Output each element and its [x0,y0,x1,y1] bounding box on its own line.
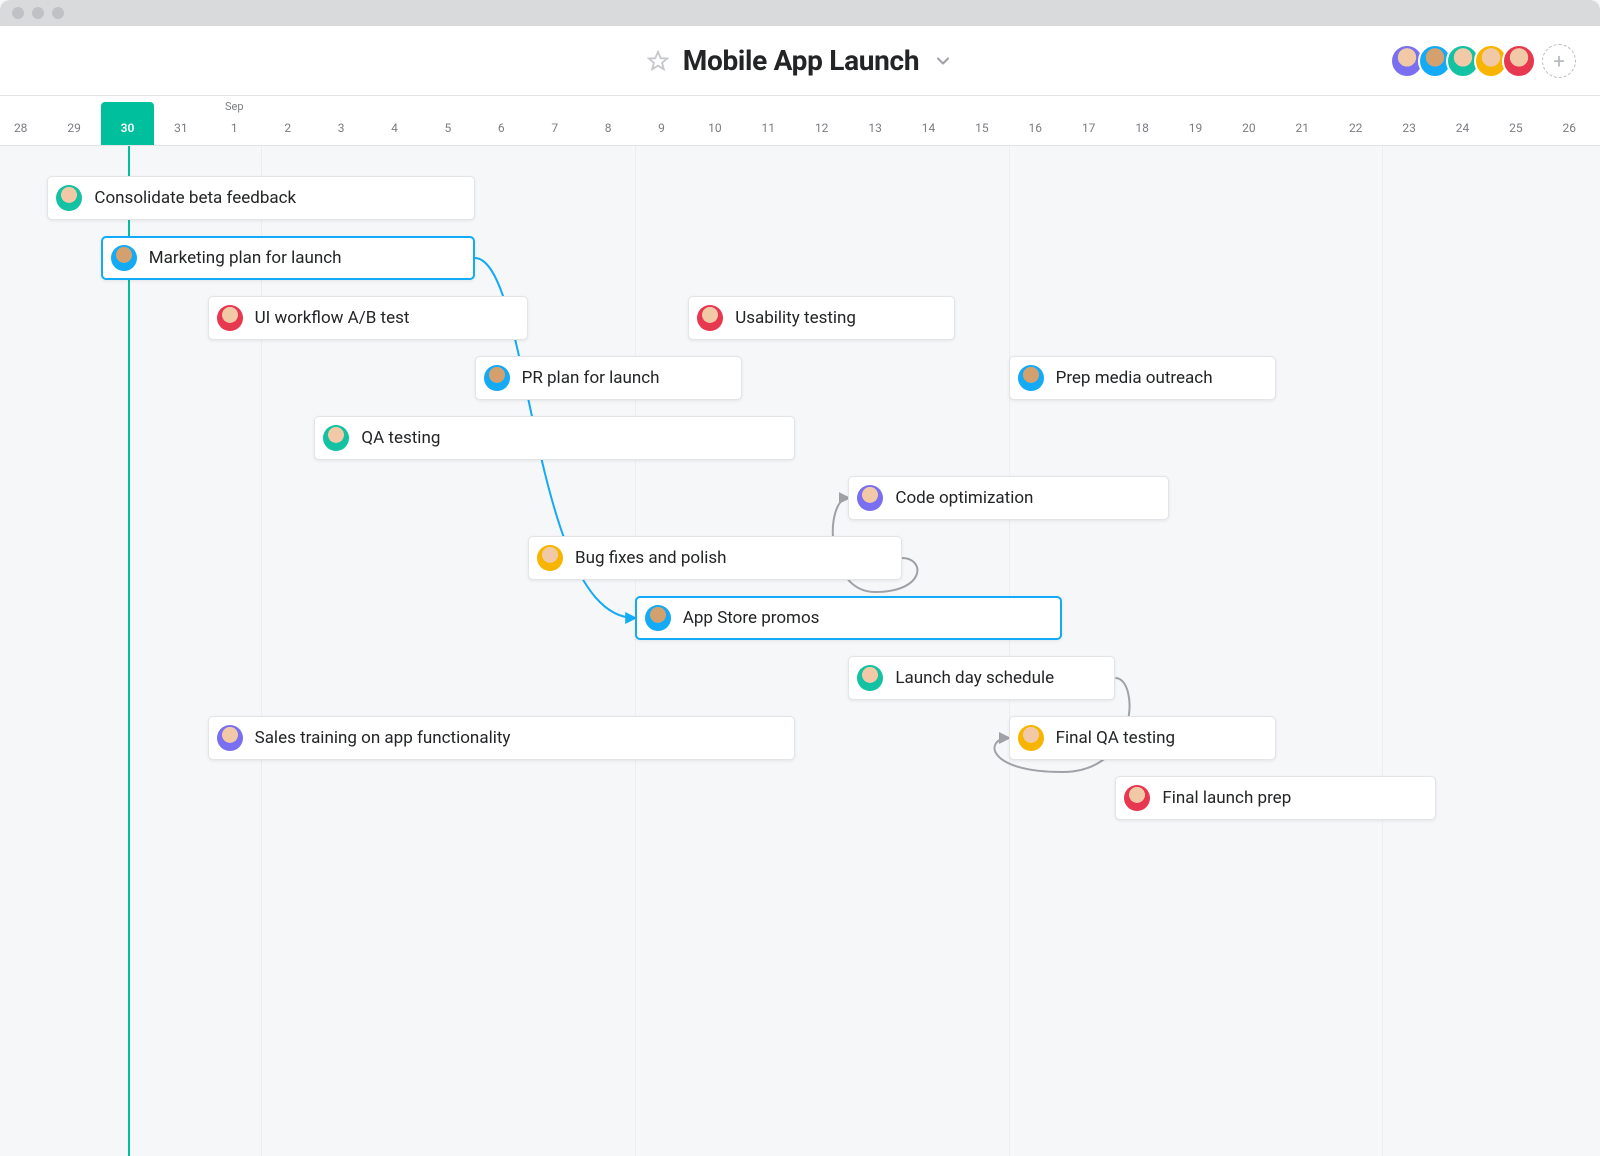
task-bar[interactable]: Marketing plan for launch [101,236,475,280]
date-cell[interactable]: 2 [261,96,314,145]
task-label: Consolidate beta feedback [94,188,296,208]
app-header: Mobile App Launch + [0,26,1600,96]
assignee-avatar[interactable] [1124,785,1150,811]
task-label: QA testing [361,428,440,448]
date-cell[interactable]: 19 [1169,96,1222,145]
task-bar[interactable]: Consolidate beta feedback [47,176,474,220]
window-titlebar [0,0,1600,26]
date-cell[interactable]: 5 [421,96,474,145]
assignee-avatar[interactable] [56,185,82,211]
date-cell[interactable]: 24 [1436,96,1489,145]
task-bar[interactable]: Launch day schedule [848,656,1115,700]
task-bar[interactable]: Sales training on app functionality [208,716,795,760]
task-label: Usability testing [735,308,856,328]
task-bar[interactable]: QA testing [314,416,795,460]
assignee-avatar[interactable] [484,365,510,391]
project-members: + [1396,44,1576,78]
assignee-avatar[interactable] [323,425,349,451]
task-label: UI workflow A/B test [255,308,410,328]
date-cell[interactable]: 3 [314,96,367,145]
date-cell[interactable]: 23 [1382,96,1435,145]
date-cell[interactable]: 20 [1222,96,1275,145]
date-cell[interactable]: 28 [0,96,47,145]
date-cell[interactable]: 14 [902,96,955,145]
date-cell[interactable]: 12 [795,96,848,145]
date-cell[interactable]: 18 [1115,96,1168,145]
assignee-avatar[interactable] [857,665,883,691]
assignee-avatar[interactable] [217,725,243,751]
date-cell[interactable]: 17 [1062,96,1115,145]
timeline-canvas[interactable]: Consolidate beta feedback Marketing plan … [0,146,1600,1156]
project-menu-chevron-icon[interactable] [933,51,953,71]
project-title[interactable]: Mobile App Launch [683,44,919,77]
task-bar[interactable]: PR plan for launch [475,356,742,400]
date-cell[interactable]: 16 [1009,96,1062,145]
task-label: Final launch prep [1162,788,1291,808]
date-cell[interactable]: 15 [955,96,1008,145]
assignee-avatar[interactable] [857,485,883,511]
date-cell[interactable]: 29 [47,96,100,145]
task-bar[interactable]: Usability testing [688,296,955,340]
task-bar[interactable]: UI workflow A/B test [208,296,528,340]
assignee-avatar[interactable] [111,245,137,271]
date-cell[interactable]: 9 [635,96,688,145]
today-indicator-line [128,146,130,1156]
date-cell[interactable]: 4 [368,96,421,145]
task-bar[interactable]: Final QA testing [1009,716,1276,760]
assignee-avatar[interactable] [697,305,723,331]
add-member-button[interactable]: + [1542,44,1576,78]
date-cell[interactable]: 6 [475,96,528,145]
task-bar[interactable]: Prep media outreach [1009,356,1276,400]
assignee-avatar[interactable] [217,305,243,331]
date-cell[interactable]: 7 [528,96,581,145]
date-cell[interactable]: 25 [1489,96,1542,145]
date-cell[interactable]: 8 [581,96,634,145]
date-cell[interactable]: 13 [848,96,901,145]
date-cell[interactable]: 26 [1543,96,1596,145]
traffic-light-close[interactable] [12,7,24,19]
task-label: Sales training on app functionality [255,728,511,748]
date-cell-today[interactable]: 30 [101,102,154,145]
task-label: App Store promos [683,608,820,628]
date-cell[interactable]: 11 [742,96,795,145]
date-cell[interactable]: 22 [1329,96,1382,145]
task-label: Launch day schedule [895,668,1054,688]
task-bar[interactable]: Code optimization [848,476,1168,520]
assignee-avatar[interactable] [645,605,671,631]
assignee-avatar[interactable] [1018,725,1044,751]
favorite-star-icon[interactable] [647,50,669,72]
task-bar[interactable]: Final launch prep [1115,776,1435,820]
date-cell[interactable]: 31 [154,96,207,145]
traffic-light-max[interactable] [52,7,64,19]
task-label: Code optimization [895,488,1033,508]
timeline-date-axis: 282930311Sep2345678910111213141516171819… [0,96,1600,146]
month-label: Sep [208,100,261,113]
assignee-avatar[interactable] [1018,365,1044,391]
task-bar[interactable]: Bug fixes and polish [528,536,902,580]
date-cell[interactable]: 21 [1276,96,1329,145]
member-avatar[interactable] [1502,44,1536,78]
traffic-light-min[interactable] [32,7,44,19]
task-bar[interactable]: App Store promos [635,596,1062,640]
assignee-avatar[interactable] [537,545,563,571]
task-label: Marketing plan for launch [149,248,342,268]
task-label: Bug fixes and polish [575,548,727,568]
task-label: Prep media outreach [1056,368,1213,388]
date-cell[interactable]: 10 [688,96,741,145]
task-label: Final QA testing [1056,728,1176,748]
task-label: PR plan for launch [522,368,660,388]
